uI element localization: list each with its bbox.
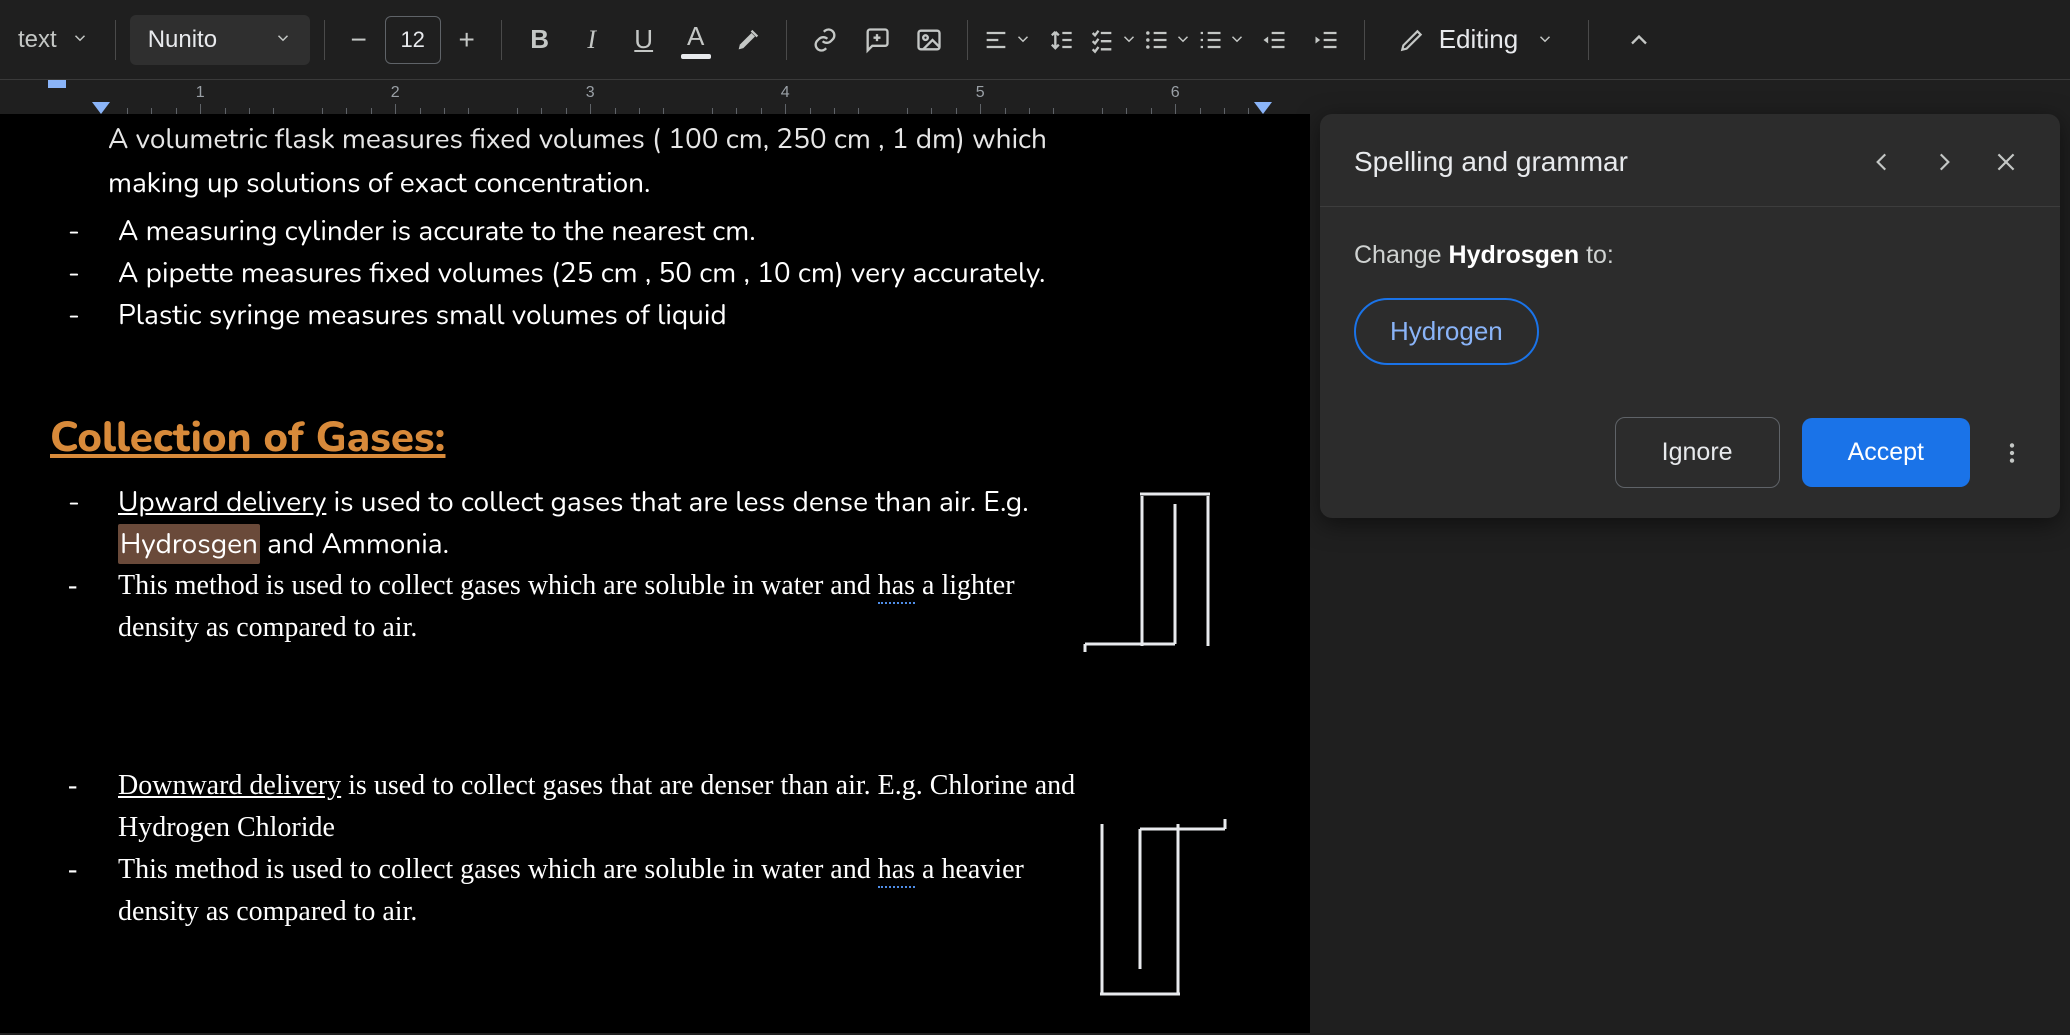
ruler[interactable]: 1 2 3 4 5 6	[0, 80, 2070, 114]
font-name-label: Nunito	[148, 26, 217, 54]
right-indent-marker[interactable]	[1254, 102, 1272, 114]
upward-delivery-diagram	[1080, 484, 1230, 674]
chevron-down-icon	[1014, 24, 1032, 55]
bullet-list-downward: - Downward delivery is used to collect g…	[50, 765, 1110, 933]
decrease-indent-button[interactable]	[1250, 16, 1298, 64]
list-item: - This method is used to collect gases w…	[50, 565, 1090, 649]
first-line-indent-marker[interactable]	[48, 80, 66, 88]
styles-label: text	[18, 26, 57, 54]
list-item: - A measuring cylinder is accurate to th…	[50, 210, 1260, 252]
chevron-down-icon	[1536, 24, 1554, 55]
separator	[1364, 20, 1365, 60]
separator	[115, 20, 116, 60]
ruler-number: 2	[391, 84, 400, 102]
italic-button[interactable]: I	[568, 16, 616, 64]
list-item: - Upward delivery is used to collect gas…	[50, 481, 1090, 565]
chevron-down-icon	[274, 26, 292, 54]
collapse-toolbar-button[interactable]	[1615, 16, 1663, 64]
grammar-flag[interactable]: has	[878, 570, 915, 604]
spelling-grammar-panel: Spelling and grammar Change Hydrosgen to…	[1320, 114, 2060, 518]
bold-button[interactable]: B	[516, 16, 564, 64]
checklist-dropdown[interactable]	[1088, 16, 1138, 64]
insert-link-button[interactable]	[801, 16, 849, 64]
suggestion-chip[interactable]: Hydrogen	[1354, 298, 1539, 365]
ruler-number: 1	[196, 84, 205, 102]
font-size-group: − +	[339, 16, 487, 64]
list-item: - A pipette measures fixed volumes (25 c…	[50, 252, 1260, 294]
next-suggestion-button[interactable]	[1924, 142, 1964, 182]
continuation-line: making up solutions of exact concentrati…	[108, 162, 1260, 204]
list-item: - This method is used to collect gases w…	[50, 849, 1110, 933]
grammar-flag[interactable]: has	[878, 854, 915, 888]
font-family-dropdown[interactable]: Nunito	[130, 15, 310, 65]
panel-body: Change Hydrosgen to: Hydrogen	[1320, 207, 2060, 395]
separator	[324, 20, 325, 60]
left-indent-marker[interactable]	[92, 102, 110, 114]
increase-font-size-button[interactable]: +	[447, 24, 487, 56]
chevron-down-icon	[1174, 24, 1192, 55]
insert-image-button[interactable]	[905, 16, 953, 64]
accept-button[interactable]: Accept	[1802, 418, 1970, 487]
text-color-button[interactable]: A	[672, 16, 720, 64]
styles-dropdown[interactable]: text	[6, 16, 101, 64]
align-dropdown[interactable]	[982, 16, 1032, 64]
previous-suggestion-button[interactable]	[1862, 142, 1902, 182]
more-options-button[interactable]	[1992, 433, 2032, 473]
add-comment-button[interactable]	[853, 16, 901, 64]
ruler-number: 4	[781, 84, 790, 102]
close-panel-button[interactable]	[1986, 142, 2026, 182]
chevron-down-icon	[1228, 24, 1246, 55]
partial-cut-line: A volumetric flask measures fixed volume…	[108, 114, 1260, 160]
panel-title: Spelling and grammar	[1354, 146, 1628, 178]
list-item: - Downward delivery is used to collect g…	[50, 765, 1110, 849]
editing-mode-label: Editing	[1439, 24, 1519, 55]
decrease-font-size-button[interactable]: −	[339, 24, 379, 56]
bulleted-list-dropdown[interactable]	[1142, 16, 1192, 64]
misspelled-word[interactable]: Hydrosgen	[118, 524, 260, 564]
change-instruction: Change Hydrosgen to:	[1354, 241, 2026, 270]
document-page[interactable]: A volumetric flask measures fixed volume…	[0, 114, 1310, 1033]
panel-header: Spelling and grammar	[1320, 114, 2060, 207]
line-spacing-button[interactable]	[1036, 16, 1084, 64]
bullet-list-top: - A measuring cylinder is accurate to th…	[50, 210, 1260, 336]
chevron-down-icon	[1120, 24, 1138, 55]
upward-delivery-term: Upward delivery	[118, 483, 326, 521]
numbered-list-dropdown[interactable]	[1196, 16, 1246, 64]
downward-delivery-diagram	[1070, 794, 1230, 1004]
separator	[501, 20, 502, 60]
chevron-down-icon	[71, 26, 89, 54]
separator	[967, 20, 968, 60]
panel-actions: Ignore Accept	[1320, 395, 2060, 518]
toolbar: text Nunito − + B I U A	[0, 0, 2070, 80]
downward-delivery-term: Downward delivery	[118, 770, 341, 801]
editing-mode-dropdown[interactable]: Editing	[1379, 16, 1575, 64]
list-item: - Plastic syringe measures small volumes…	[50, 294, 1260, 336]
ignore-button[interactable]: Ignore	[1615, 417, 1780, 488]
underline-button[interactable]: U	[620, 16, 668, 64]
separator	[786, 20, 787, 60]
highlight-color-button[interactable]	[724, 16, 772, 64]
bullet-list-upward: - Upward delivery is used to collect gas…	[50, 481, 1090, 649]
font-size-input[interactable]	[385, 16, 441, 64]
ruler-number: 6	[1171, 84, 1180, 102]
ruler-number: 5	[976, 84, 985, 102]
separator	[1588, 20, 1589, 60]
section-heading: Collection of Gases:	[50, 406, 1260, 469]
increase-indent-button[interactable]	[1302, 16, 1350, 64]
ruler-number: 3	[586, 84, 595, 102]
